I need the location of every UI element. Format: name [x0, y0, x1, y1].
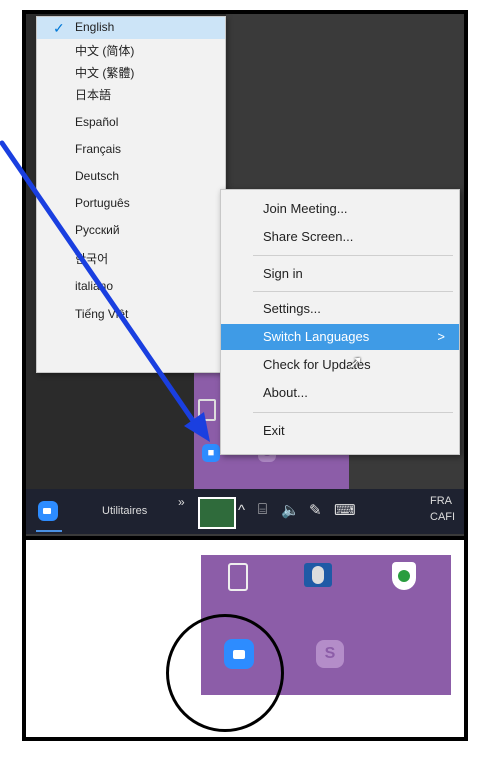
annotation-arrow: [0, 140, 210, 442]
